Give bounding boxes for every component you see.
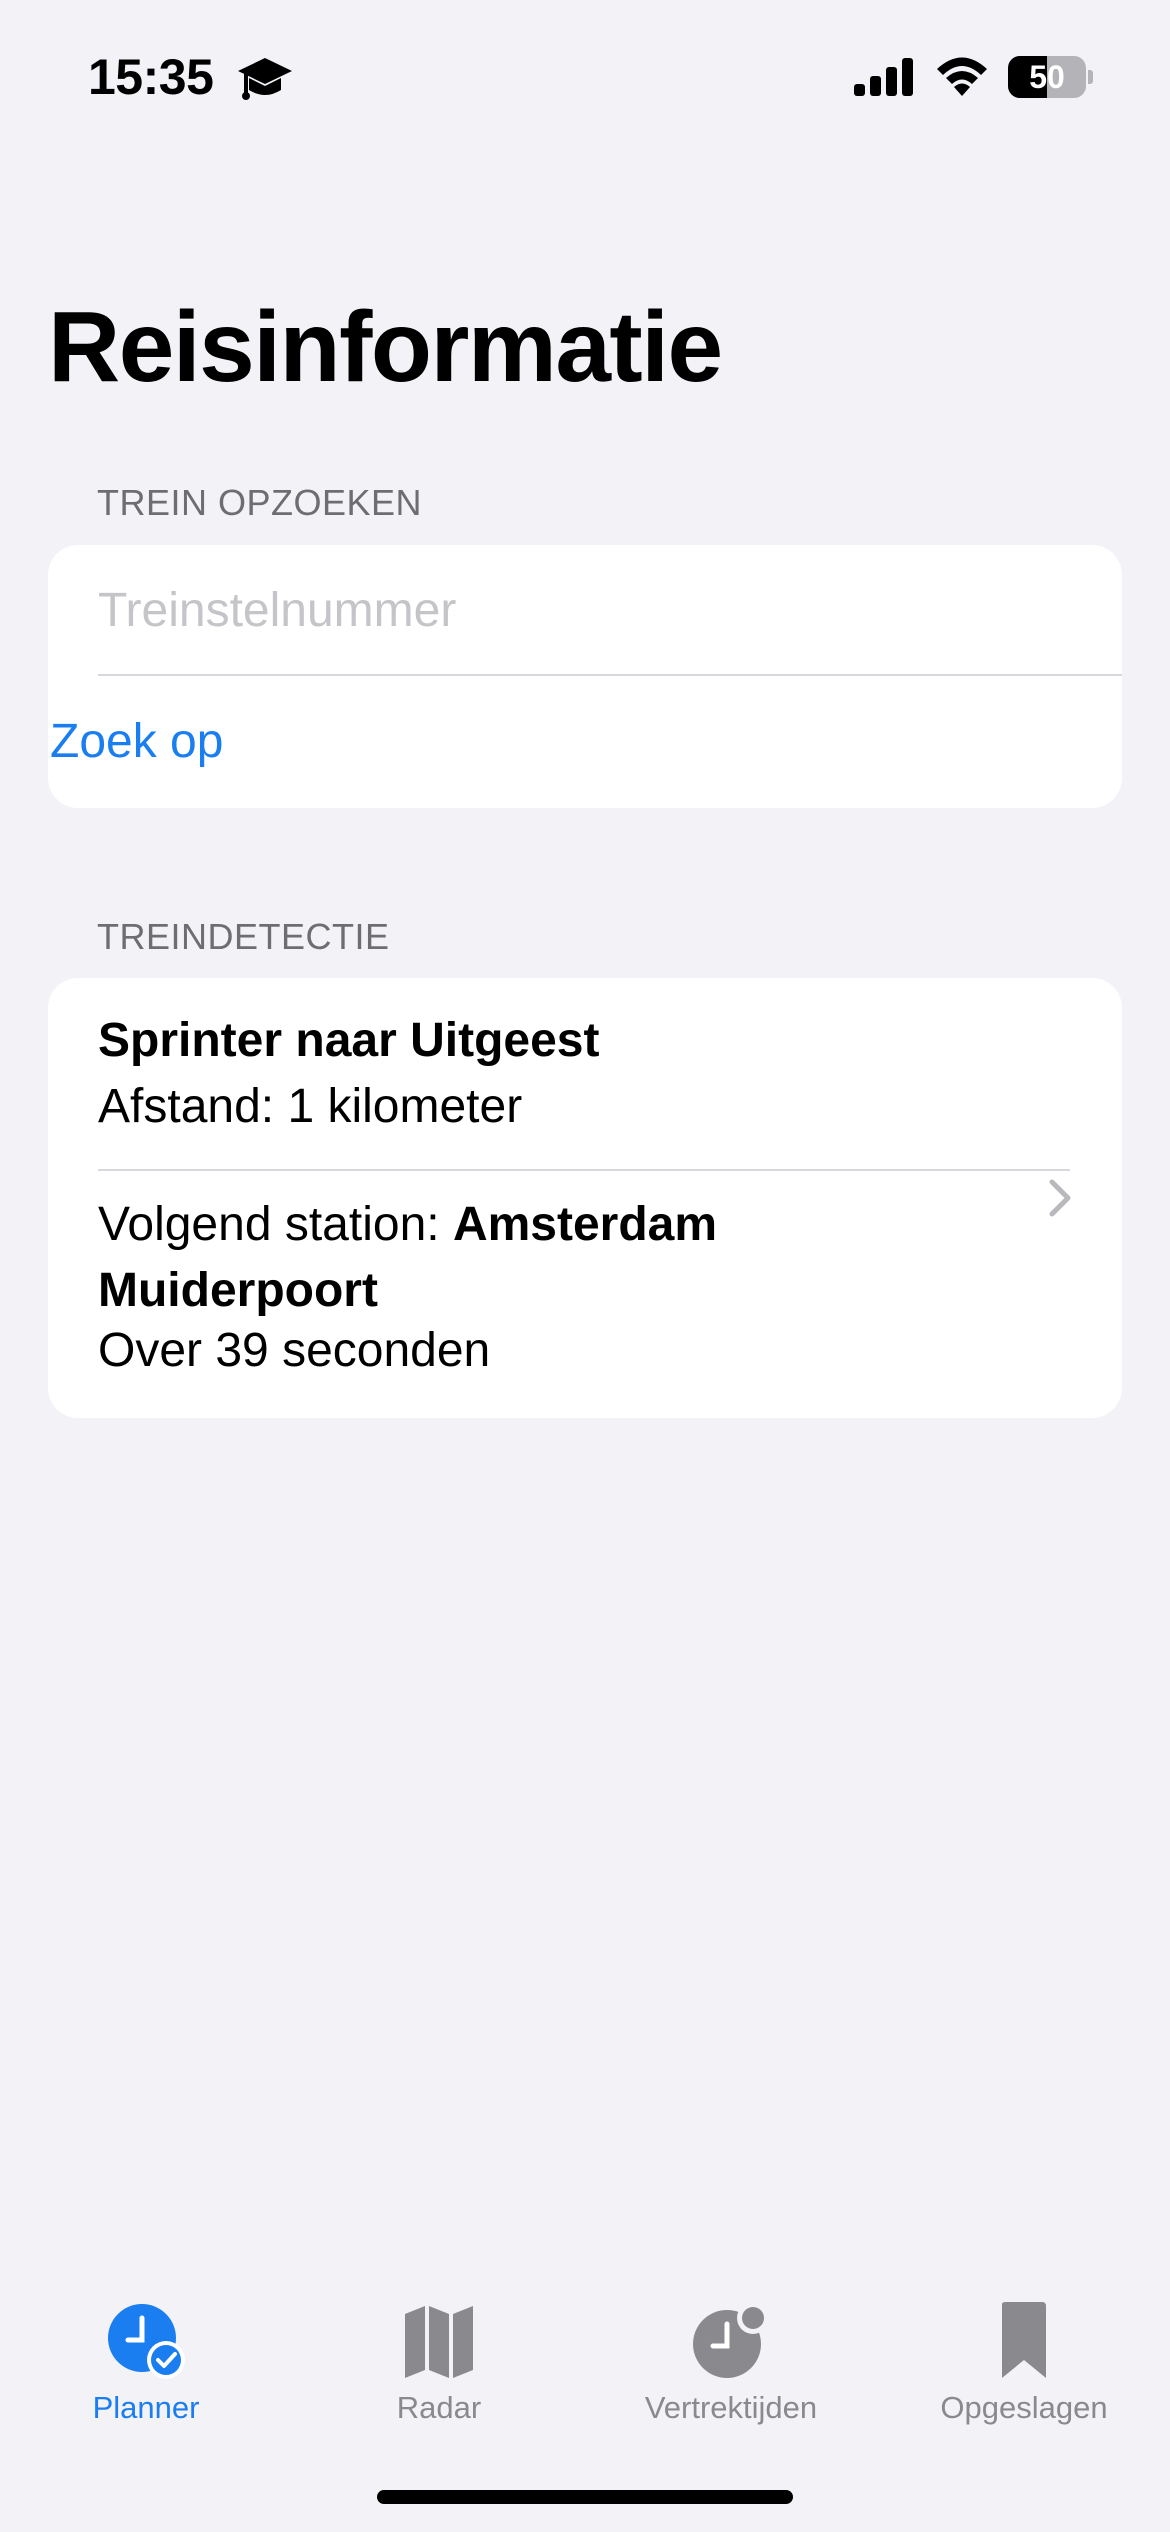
section-header-detection: TREINDETECTIE (97, 916, 390, 957)
bookmark-icon (1002, 2302, 1046, 2378)
train-distance: Afstand: 1 kilometer (98, 1080, 523, 1133)
cellular-signal-icon (854, 58, 913, 96)
next-station: Volgend station: Amsterdam Muiderpoort (98, 1192, 898, 1324)
next-station-eta: Over 39 seconden (98, 1324, 491, 1377)
train-number-input[interactable] (98, 545, 1098, 675)
tab-label-planner: Planner (92, 2390, 200, 2425)
tab-radar[interactable]: Radar (293, 2280, 585, 2440)
battery-tip (1088, 70, 1093, 84)
search-divider (98, 674, 1122, 676)
battery-icon: 50 (1008, 56, 1093, 98)
tab-vertrektijden[interactable]: Vertrektijden (585, 2280, 877, 2440)
tab-planner[interactable]: Planner (0, 2280, 292, 2440)
tab-label-opgeslagen: Opgeslagen (940, 2390, 1108, 2425)
clock-badge-icon (693, 2302, 769, 2378)
tab-label-radar: Radar (396, 2390, 482, 2425)
status-bar: 15:35 50 (0, 0, 1170, 150)
wifi-icon (937, 57, 987, 96)
status-time: 15:35 (88, 49, 214, 105)
battery-body: 50 (1008, 56, 1086, 98)
next-station-prefix: Volgend station: (98, 1198, 453, 1251)
page-title: Reisinformatie (48, 291, 723, 403)
battery-percent: 50 (1029, 59, 1065, 95)
train-detection-card[interactable]: Sprinter naar Uitgeest Afstand: 1 kilome… (48, 978, 1122, 1418)
map-icon (405, 2306, 473, 2378)
detection-divider (98, 1169, 1070, 1171)
chevron-right-icon (1049, 1179, 1071, 1217)
tab-label-vertrektijden: Vertrektijden (644, 2390, 818, 2425)
screen: 15:35 50 Reisinformatie TREIN OPZOEKEN T… (0, 0, 1170, 2532)
home-indicator[interactable] (377, 2490, 793, 2504)
section-header-search: TREIN OPZOEKEN (97, 482, 423, 523)
train-title: Sprinter naar Uitgeest (98, 1014, 600, 1067)
graduation-cap-icon (238, 58, 292, 100)
planner-clock-check-icon (108, 2304, 185, 2379)
search-button[interactable]: Zoek op (50, 714, 223, 769)
tab-opgeslagen[interactable]: Opgeslagen (878, 2280, 1170, 2440)
